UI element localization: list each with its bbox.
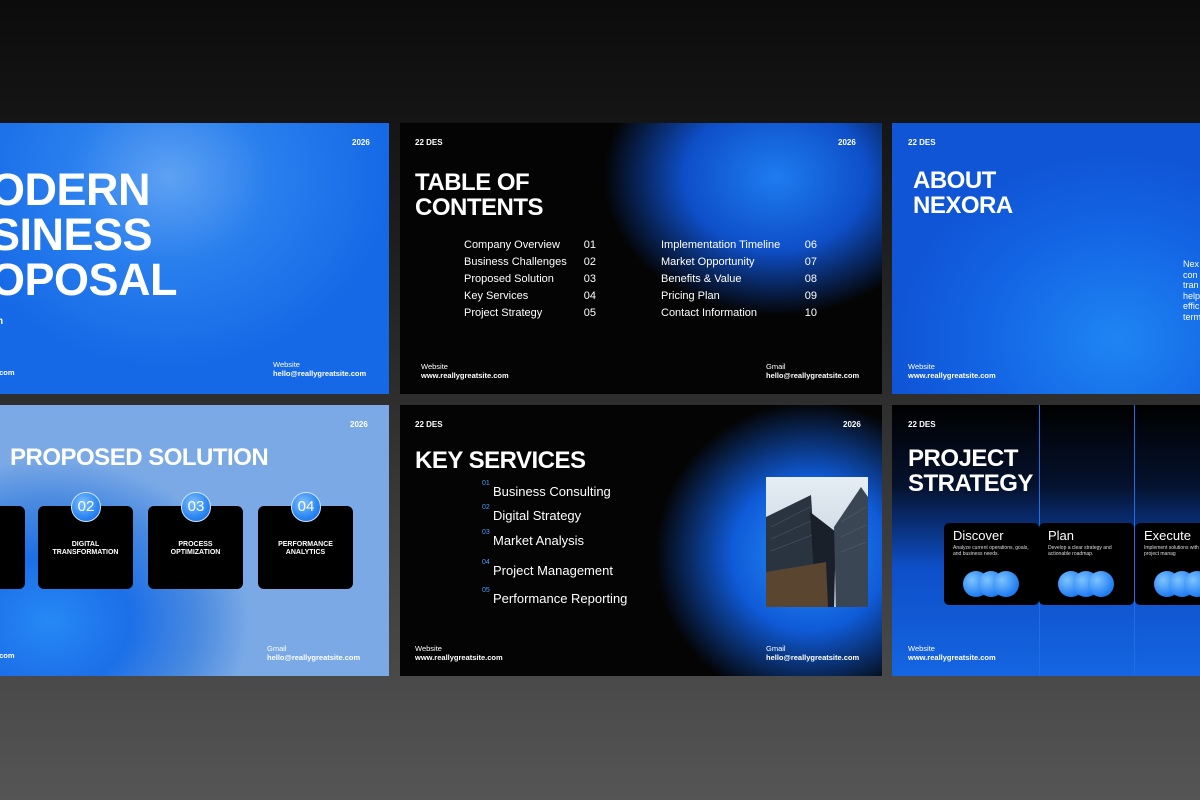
slide-title: ABOUT NEXORA (913, 167, 1013, 219)
date-label: 22 DES (908, 138, 936, 147)
strategy-card[interactable]: Discover Analyze current operations, goa… (944, 523, 1039, 605)
toc-item[interactable]: Project Strategy 05 (464, 307, 596, 319)
slide-title: PROJECT STRATEGY (908, 445, 1033, 497)
toc-item[interactable]: Implementation Timeline 06 (661, 239, 817, 251)
slide-title: PROPOSED SOLUTION (10, 444, 269, 471)
service-item[interactable]: 05 Performance Reporting (482, 587, 627, 606)
service-item[interactable]: 01 Business Consulting (482, 480, 611, 499)
website-fragment: .com (0, 368, 15, 377)
strategy-card[interactable]: Plan Develop a clear strategy and action… (1039, 523, 1134, 605)
toc-item[interactable]: Pricing Plan 09 (661, 290, 817, 302)
year-label: 2026 (838, 138, 856, 147)
gmail-block: Gmail hello@reallygreatsite.com (267, 644, 361, 662)
toc-item[interactable]: Key Services 04 (464, 290, 596, 302)
date-label: 22 DES (415, 138, 443, 147)
subtitle-fragment: n (0, 316, 4, 327)
service-item[interactable]: 04 Project Management (482, 559, 613, 578)
year-label: 2026 (350, 420, 368, 429)
date-label: 22 DES (908, 420, 936, 429)
step-number-badge: 04 (291, 492, 321, 522)
slide-title: TABLE OF CONTENTS (415, 169, 544, 221)
box-label: PERFORMANCE ANALYTICS (278, 541, 333, 556)
solution-box-partial[interactable] (0, 506, 25, 589)
building-photo (766, 477, 868, 607)
step-number-badge: 03 (181, 492, 211, 522)
gmail-block: Gmail hello@reallygreatsite.com (766, 362, 860, 380)
slide-table-of-contents[interactable]: 22 DES 2026 TABLE OF CONTENTS Website ww… (400, 123, 882, 394)
toc-item[interactable]: Company Overview 01 (464, 239, 596, 251)
box-label: DIGITAL TRANSFORMATION (52, 541, 119, 556)
website-fragment: .com (0, 651, 15, 660)
slide-title: KEY SERVICES (415, 447, 586, 474)
title-line-1: ODERN (0, 164, 151, 215)
toc-item[interactable]: Benefits & Value 08 (661, 273, 817, 285)
toc-item[interactable]: Proposed Solution 03 (464, 273, 596, 285)
year-label: 2026 (843, 420, 861, 429)
slide-modern-business-proposal[interactable]: 2026 ODERN SINESS OPOSAL n .com Website … (0, 123, 389, 394)
date-label: 22 DES (415, 420, 443, 429)
toc-item[interactable]: Contact Information 10 (661, 307, 817, 319)
website-block: Website www.reallygreatsite.com (908, 644, 996, 662)
website-block: Website www.reallygreatsite.com (908, 362, 996, 380)
slide-proposed-solution[interactable]: 2026 PROPOSED SOLUTION 02 DIGITAL TRANSFO… (0, 405, 389, 676)
solution-box[interactable]: 04 PERFORMANCE ANALYTICS (258, 492, 353, 589)
service-item[interactable]: 03 Market Analysis (482, 529, 584, 548)
toc-item[interactable]: Market Opportunity 07 (661, 256, 817, 268)
title-line-3: OPOSAL (0, 254, 178, 305)
service-item[interactable]: 02 Digital Strategy (482, 504, 581, 523)
year-label: 2026 (352, 138, 370, 147)
slide-key-services[interactable]: 22 DES 2026 KEY SERVICES 01 Business Cons… (400, 405, 882, 676)
website-block: Website www.reallygreatsite.com (415, 644, 503, 662)
toc-item[interactable]: Business Challenges 02 (464, 256, 596, 268)
slide-title: ODERN SINESS OPOSAL (0, 164, 178, 305)
box-label: PROCESS OPTIMIZATION (170, 541, 221, 556)
about-text: Nex con tran help effic term (1183, 259, 1200, 322)
website-block: Website www.reallygreatsite.com (421, 362, 509, 380)
circle-icon (1088, 571, 1114, 597)
slide-about-nexora[interactable]: 22 DES ABOUT NEXORA Nex con tran help ef… (892, 123, 1200, 394)
circle-icon (993, 571, 1019, 597)
title-line-2: SINESS (0, 209, 153, 260)
solution-box[interactable]: 03 PROCESS OPTIMIZATION (148, 492, 243, 589)
slide-project-strategy[interactable]: 22 DES PROJECT STRATEGY Discover Analyze… (892, 405, 1200, 676)
strategy-card[interactable]: Execute Implement solutions with efficie… (1135, 523, 1200, 605)
gmail-block: Gmail hello@reallygreatsite.com (766, 644, 860, 662)
website-block: Website hello@reallygreatsite.com (273, 360, 367, 378)
step-number-badge: 02 (71, 492, 101, 522)
solution-box[interactable]: 02 DIGITAL TRANSFORMATION (38, 492, 133, 589)
